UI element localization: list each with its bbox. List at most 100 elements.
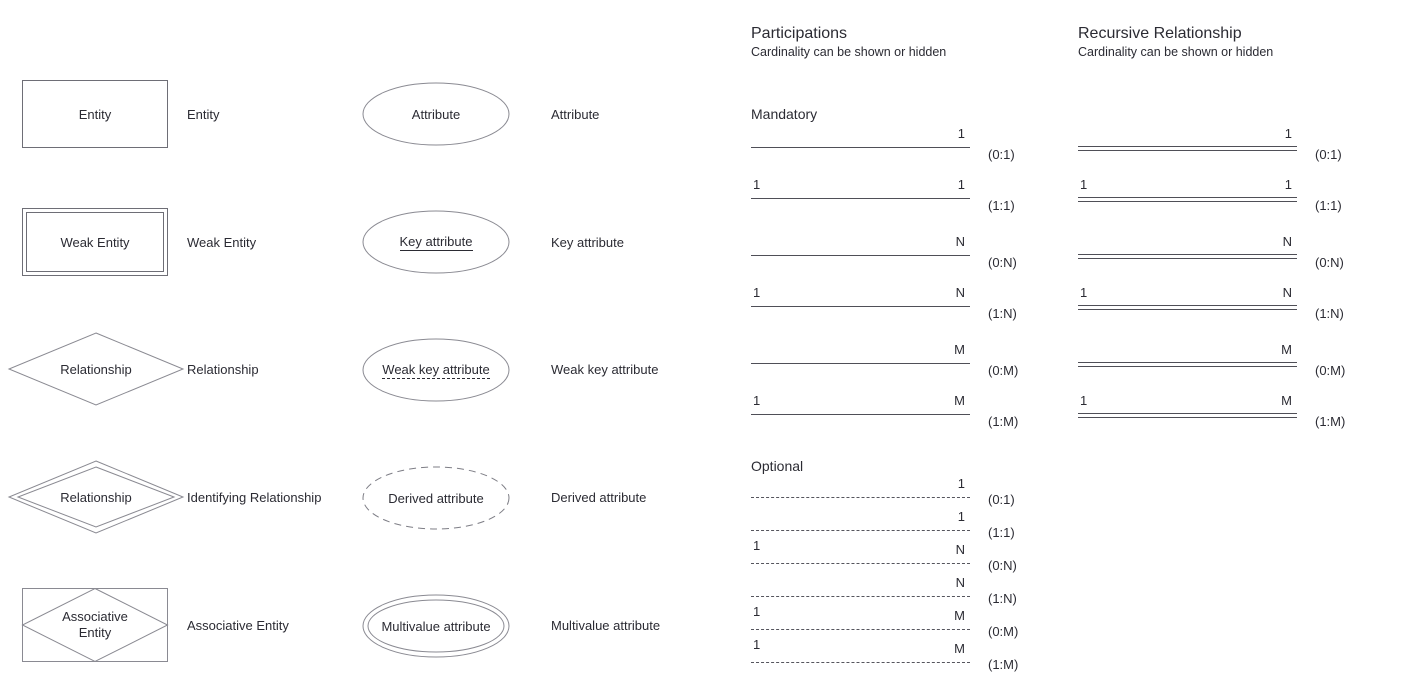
- shape-weak-key-attribute-label: Weak key attribute: [362, 338, 510, 402]
- connector-line-double: [1078, 305, 1297, 310]
- connector-line-double: [1078, 413, 1297, 418]
- shape-entity-label: Entity: [78, 106, 112, 122]
- cardinality-pair: (0:N): [1315, 255, 1344, 270]
- cardinality-right: N: [1282, 285, 1292, 300]
- cardinality-right: 1: [957, 509, 965, 524]
- cardinality-right: M: [954, 393, 965, 408]
- participation-row-optional-0[interactable]: 1 (0:1): [751, 473, 1041, 507]
- cardinality-right: N: [955, 575, 965, 590]
- shape-derived-attribute-label: Derived attribute: [388, 490, 484, 506]
- cardinality-right: M: [1281, 342, 1292, 357]
- participations-title: Participations: [751, 25, 848, 42]
- cardinality-right: 1: [957, 126, 965, 141]
- cardinality-pair: (1:N): [988, 591, 1017, 606]
- caption-weak-key-attribute: Weak key attribute: [551, 362, 659, 377]
- cardinality-right: N: [1282, 234, 1292, 249]
- shape-weak-entity-label: Weak Entity: [60, 234, 130, 250]
- connector-line-double: [1078, 146, 1297, 151]
- cardinality-pair: (0:M): [988, 624, 1019, 639]
- shape-entity[interactable]: Entity: [22, 80, 168, 148]
- connector-line: [751, 596, 970, 597]
- recursive-subtitle: Cardinality can be shown or hidden: [1078, 45, 1274, 59]
- recursive-row-2[interactable]: N (0:N): [1078, 228, 1368, 270]
- key-attribute-underlined-text: Key attribute: [399, 233, 473, 251]
- connector-line: [751, 414, 970, 415]
- connector-line-double: [1078, 197, 1297, 202]
- cardinality-right: M: [954, 342, 965, 357]
- cardinality-left: 1: [753, 538, 761, 553]
- participation-row-mandatory-1[interactable]: 1 1 (1:1): [751, 171, 1041, 213]
- weak-key-attribute-underlined-text: Weak key attribute: [382, 361, 490, 379]
- cardinality-right: 1: [1284, 177, 1292, 192]
- participation-row-mandatory-5[interactable]: 1 M (1:M): [751, 387, 1041, 429]
- shape-associative-entity-label: Associative Entity: [22, 588, 168, 662]
- cardinality-pair: (0:N): [988, 558, 1017, 573]
- caption-multivalue-attribute: Multivalue attribute: [551, 618, 661, 633]
- cardinality-right: M: [954, 641, 965, 656]
- participation-row-optional-5[interactable]: 1 M (1:M): [751, 638, 1041, 672]
- participation-row-optional-2[interactable]: 1 N (0:N): [751, 539, 1041, 573]
- cardinality-pair: (0:1): [1315, 147, 1342, 162]
- participation-row-mandatory-0[interactable]: 1 (0:1): [751, 120, 1041, 162]
- participation-row-mandatory-3[interactable]: 1 N (1:N): [751, 279, 1041, 321]
- connector-line-double: [1078, 254, 1297, 259]
- associative-label-line2: Entity: [78, 625, 112, 640]
- cardinality-left: 1: [753, 393, 761, 408]
- cardinality-pair: (1:1): [988, 525, 1015, 540]
- cardinality-right: N: [955, 542, 965, 557]
- connector-line: [751, 255, 970, 256]
- participations-subtitle: Cardinality can be shown or hidden: [751, 45, 947, 59]
- shape-attribute-label: Attribute: [411, 106, 461, 122]
- caption-entity: Entity: [187, 107, 220, 122]
- connector-line: [751, 306, 970, 307]
- cardinality-right: N: [955, 285, 965, 300]
- participation-row-mandatory-2[interactable]: N (0:N): [751, 228, 1041, 270]
- shape-weak-entity[interactable]: Weak Entity: [22, 208, 168, 276]
- connector-line: [751, 563, 970, 564]
- cardinality-left: 1: [753, 637, 761, 652]
- cardinality-pair: (1:M): [988, 414, 1019, 429]
- cardinality-pair: (0:M): [1315, 363, 1346, 378]
- connector-line: [751, 629, 970, 630]
- recursive-row-3[interactable]: 1 N (1:N): [1078, 279, 1368, 321]
- caption-derived-attribute: Derived attribute: [551, 490, 647, 505]
- recursive-row-4[interactable]: M (0:M): [1078, 336, 1368, 378]
- participations-optional-label: Optional: [751, 458, 804, 474]
- cardinality-pair: (0:1): [988, 492, 1015, 507]
- connector-line: [751, 530, 970, 531]
- participation-row-optional-3[interactable]: N (1:N): [751, 572, 1041, 606]
- cardinality-right: N: [955, 234, 965, 249]
- participation-row-optional-1[interactable]: 1 (1:1): [751, 506, 1041, 540]
- shape-relationship-label: Relationship: [60, 361, 132, 377]
- connector-line: [751, 662, 970, 663]
- cardinality-right: M: [1281, 393, 1292, 408]
- cardinality-pair: (1:N): [988, 306, 1017, 321]
- recursive-row-5[interactable]: 1 M (1:M): [1078, 387, 1368, 429]
- cardinality-pair: (0:1): [988, 147, 1015, 162]
- cardinality-left: 1: [1080, 177, 1088, 192]
- recursive-row-1[interactable]: 1 1 (1:1): [1078, 171, 1368, 213]
- cardinality-left: 1: [1080, 285, 1088, 300]
- participation-row-mandatory-4[interactable]: M (0:M): [751, 336, 1041, 378]
- caption-associative-entity: Associative Entity: [187, 618, 289, 633]
- cardinality-left: 1: [1080, 393, 1088, 408]
- connector-line: [751, 363, 970, 364]
- cardinality-pair: (0:N): [988, 255, 1017, 270]
- connector-line: [751, 147, 970, 148]
- recursive-title: Recursive Relationship: [1078, 25, 1242, 42]
- cardinality-left: 1: [753, 285, 761, 300]
- cardinality-pair: (0:M): [988, 363, 1019, 378]
- cardinality-right: M: [954, 608, 965, 623]
- cardinality-pair: (1:M): [1315, 414, 1346, 429]
- caption-key-attribute: Key attribute: [551, 235, 624, 250]
- participation-row-optional-4[interactable]: 1 M (0:M): [751, 605, 1041, 639]
- cardinality-pair: (1:M): [988, 657, 1019, 672]
- shape-identifying-relationship-label: Relationship: [60, 489, 132, 505]
- caption-identifying-relationship: Identifying Relationship: [187, 490, 322, 505]
- caption-relationship: Relationship: [187, 362, 259, 377]
- recursive-row-0[interactable]: 1 (0:1): [1078, 120, 1368, 162]
- cardinality-pair: (1:N): [1315, 306, 1344, 321]
- connector-line: [751, 198, 970, 199]
- associative-label-line1: Associative: [62, 609, 128, 624]
- shape-multivalue-attribute-label: Multivalue attribute: [381, 618, 491, 634]
